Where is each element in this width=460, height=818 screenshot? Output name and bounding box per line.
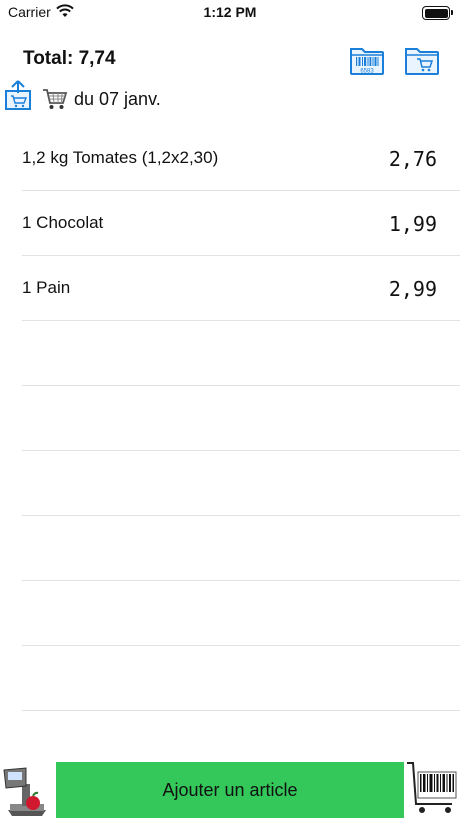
- list-item-empty: [22, 386, 460, 451]
- status-bar: Carrier 1:12 PM: [0, 0, 460, 26]
- article-list: 1,2 kg Tomates (1,2x2,30) 2,76 1 Chocola…: [22, 126, 460, 711]
- cart-folder-icon[interactable]: [404, 44, 440, 76]
- list-item-empty: [22, 581, 460, 646]
- list-item-empty: [22, 321, 460, 386]
- list-item-empty: [22, 451, 460, 516]
- list-item-empty: [22, 516, 460, 581]
- total-label: Total: 7,74: [23, 48, 116, 69]
- status-time: 1:12 PM: [203, 4, 257, 20]
- list-item-empty: [22, 646, 460, 711]
- item-name: 1 Pain: [22, 278, 71, 297]
- list-item[interactable]: 1 Chocolat 1,99: [22, 191, 460, 256]
- list-item[interactable]: 1,2 kg Tomates (1,2x2,30) 2,76: [22, 126, 460, 191]
- battery-icon: [422, 6, 453, 20]
- share-cart-icon[interactable]: [4, 79, 32, 111]
- barcode-digits: 6583: [360, 69, 374, 75]
- shopping-cart-icon: [43, 89, 68, 109]
- item-name: 1,2 kg Tomates (1,2x2,30): [22, 148, 219, 167]
- item-price: 2,76: [388, 147, 437, 171]
- weighing-scale-icon[interactable]: [2, 764, 52, 818]
- add-article-button[interactable]: Ajouter un article: [56, 762, 404, 818]
- item-name: 1 Chocolat: [22, 213, 104, 232]
- barcode-folder-icon[interactable]: 6583: [349, 44, 385, 76]
- item-price: 2,99: [388, 277, 437, 301]
- list-title: du 07 janv.: [42, 88, 161, 110]
- list-item[interactable]: 1 Pain 2,99: [22, 256, 460, 321]
- barcode-cart-icon[interactable]: [406, 760, 460, 816]
- list-date: du 07 janv.: [74, 88, 161, 109]
- item-price: 1,99: [388, 212, 437, 236]
